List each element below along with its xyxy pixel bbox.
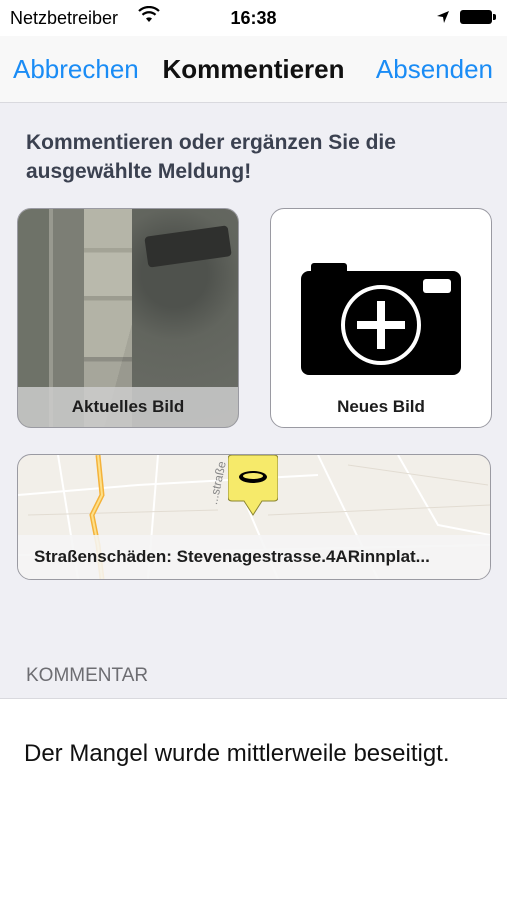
current-photo-label: Aktuelles Bild [18, 387, 238, 427]
clock: 16:38 [230, 8, 277, 28]
current-photo-card[interactable]: Aktuelles Bild [17, 208, 239, 428]
instruction-text: Kommentieren oder ergänzen Sie die ausge… [26, 131, 396, 183]
status-bar: Netzbetreiber 16:38 [0, 0, 507, 36]
new-photo-label: Neues Bild [337, 397, 425, 416]
camera-add-icon [301, 263, 461, 375]
navigation-bar: Abbrechen Kommentieren Absenden [0, 36, 507, 103]
comment-field[interactable]: Der Mangel wurde mittlerweile beseitigt. [0, 698, 507, 901]
new-photo-card[interactable]: Neues Bild [270, 208, 492, 428]
comment-text[interactable]: Der Mangel wurde mittlerweile beseitigt. [24, 737, 464, 770]
comment-section-header: KOMMENTAR [26, 665, 149, 686]
report-label: Straßenschäden: Stevenagestrasse.4ARinnp… [18, 535, 490, 579]
map-card[interactable]: ...straße Straßenschäden: Stevenagestras… [17, 454, 491, 580]
send-button[interactable]: Absenden [376, 54, 493, 85]
location-arrow-icon [437, 11, 449, 23]
map-pin-icon [228, 455, 278, 516]
battery-icon [460, 10, 496, 24]
